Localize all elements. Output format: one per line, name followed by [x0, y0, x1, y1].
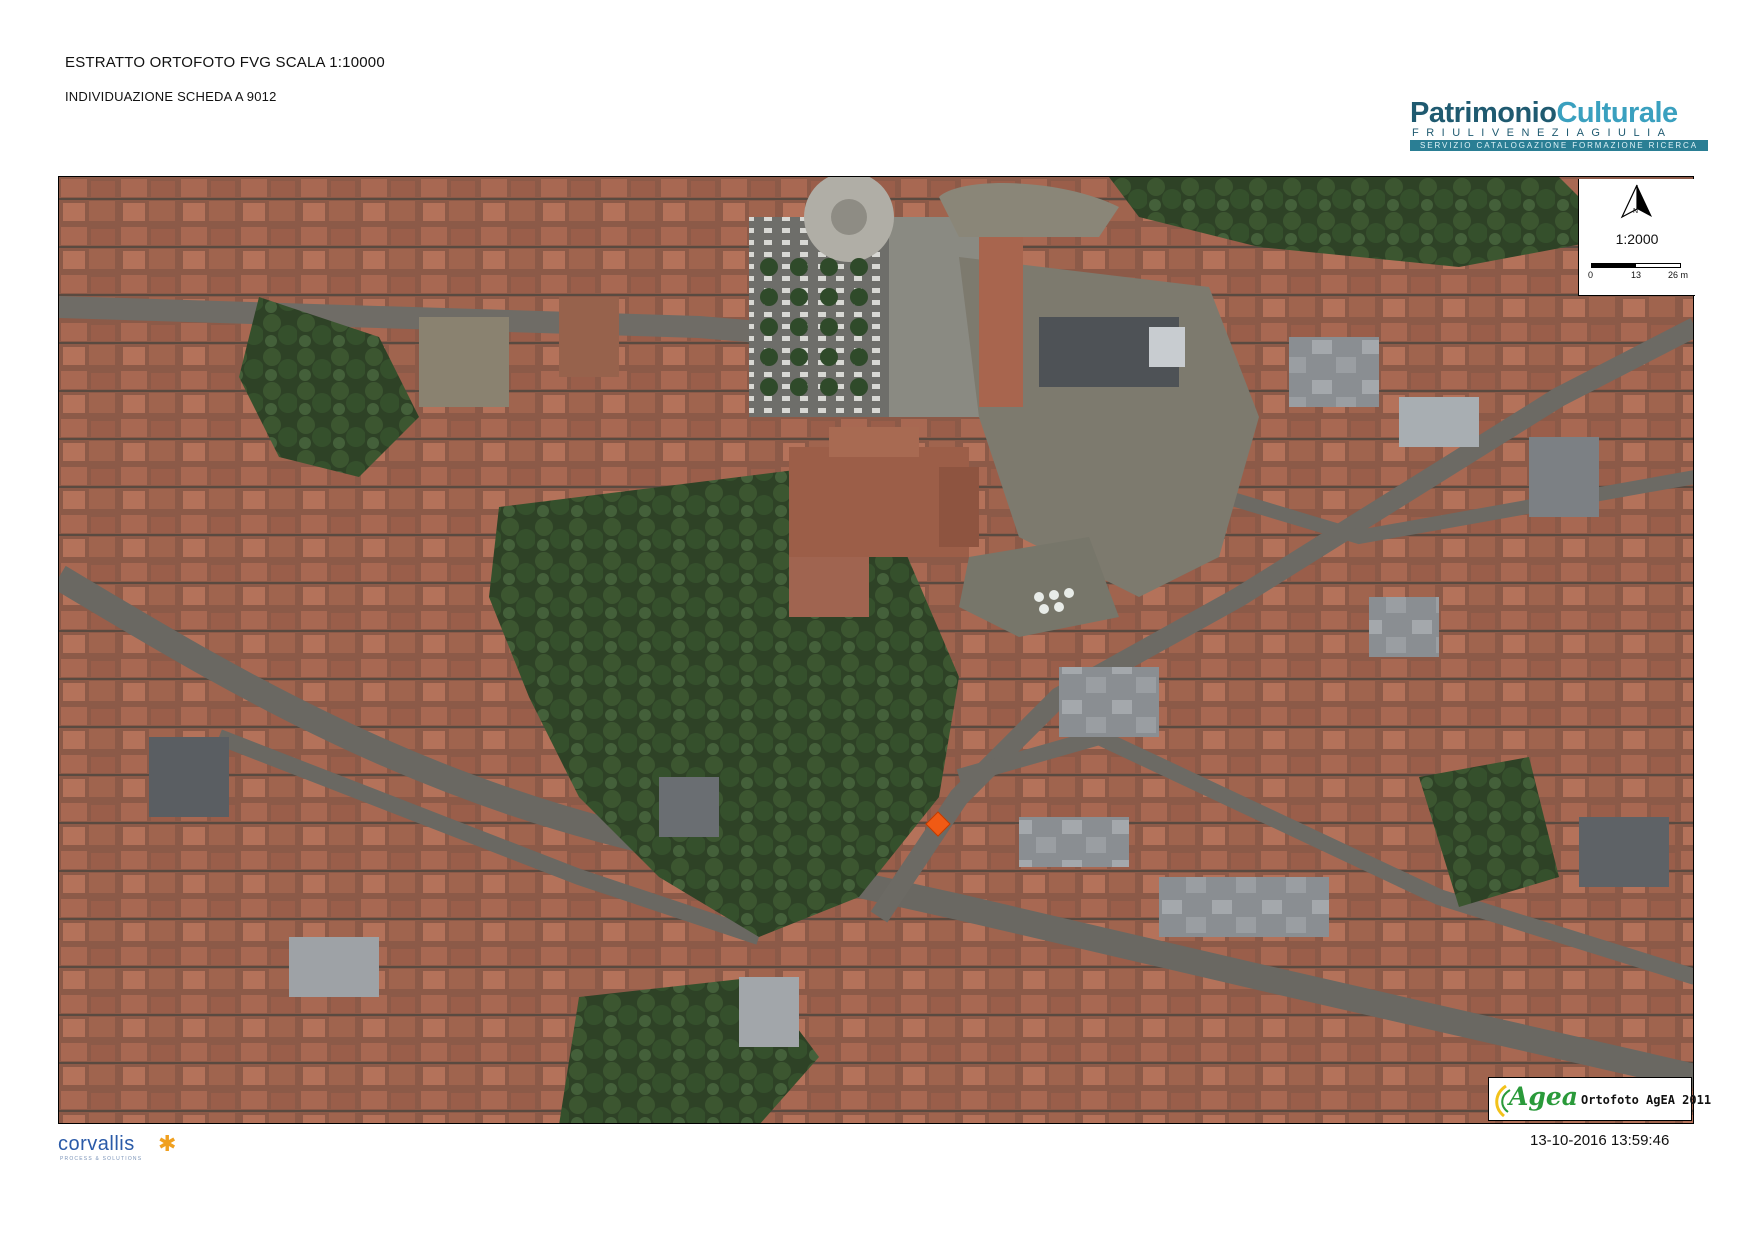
north-arrow-scale-box: N 1:2000 0 13 26 m	[1578, 179, 1695, 296]
agea-logo: Agea Ortofoto AgEA 2011	[1488, 1077, 1711, 1121]
scale-ratio: 1:2000	[1615, 231, 1659, 247]
logo-service: SERVIZIO CATALOGAZIONE FORMAZIONE RICERC…	[1410, 140, 1708, 151]
scale-tick-2: 26 m	[1668, 270, 1689, 280]
document-title: ESTRATTO ORTOFOTO FVG SCALA 1:10000	[65, 54, 385, 71]
agea-mark: Agea	[1509, 1082, 1578, 1111]
patrimonio-culturale-logo: PatrimonioCulturale FRIULIVENEZIAGIULIA …	[1410, 98, 1710, 154]
north-letter: N	[1633, 208, 1639, 215]
print-timestamp: 13-10-2016 13:59:46	[1530, 1132, 1670, 1149]
scale-bar	[1591, 263, 1681, 268]
corvallis-word: corvallis	[58, 1133, 135, 1155]
logo-brand-part1: Patrimonio	[1410, 97, 1557, 129]
corvallis-star-icon: ✱	[158, 1131, 177, 1156]
scale-tick-1: 13	[1631, 270, 1642, 280]
corvallis-tagline: PROCESS & SOLUTIONS	[60, 1156, 143, 1162]
orthophoto-map[interactable]	[58, 176, 1694, 1124]
aerial-imagery	[59, 177, 1693, 1123]
document-subtitle: INDIVIDUAZIONE SCHEDA A 9012	[65, 89, 277, 104]
agea-caption: Ortofoto AgEA 2011	[1581, 1093, 1712, 1107]
scale-tick-0: 0	[1588, 270, 1594, 280]
logo-brand: PatrimonioCulturale	[1410, 98, 1678, 128]
corvallis-logo: corvallis ✱ PROCESS & SOLUTIONS	[58, 1131, 176, 1162]
logo-region: FRIULIVENEZIAGIULIA	[1412, 127, 1673, 139]
logo-brand-part2: Culturale	[1556, 97, 1678, 129]
